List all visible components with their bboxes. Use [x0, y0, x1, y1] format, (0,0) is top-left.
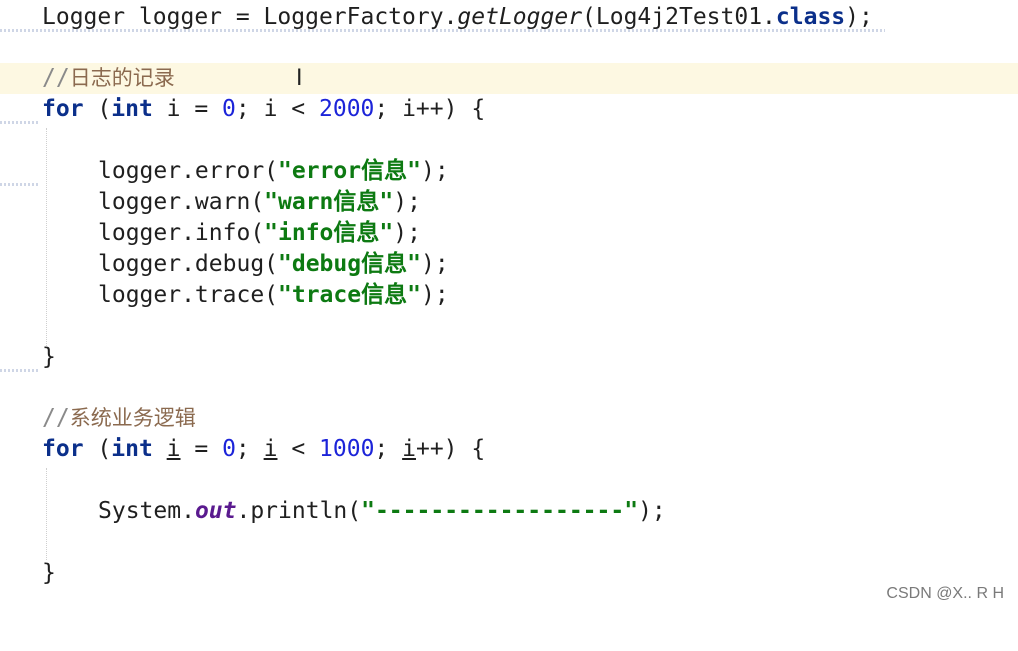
variable-token: i — [166, 436, 181, 462]
code-line[interactable]: for (int i = 0; i < 2000; i++) { — [0, 94, 1018, 125]
code-token: .println( — [236, 498, 362, 524]
number-token: 0 — [222, 96, 236, 122]
string-token: " — [407, 158, 421, 184]
code-line[interactable]: //系统业务逻辑 — [0, 403, 1018, 434]
code-token: i = — [152, 96, 223, 122]
code-line[interactable]: logger.info("info信息"); — [0, 218, 1018, 249]
warning-underline — [0, 369, 40, 372]
warning-underline — [0, 183, 40, 186]
keyword-token: int — [111, 436, 153, 462]
comment-token: 系统业务逻辑 — [69, 406, 196, 430]
keyword-token: for — [42, 436, 84, 462]
string-token: 信息 — [333, 220, 380, 246]
code-token: ; — [235, 436, 264, 462]
string-token: "error — [278, 158, 362, 184]
string-token: "------------------" — [361, 498, 639, 524]
string-token: "warn — [264, 189, 334, 215]
method-token: getLogger — [457, 4, 583, 30]
code-token: ); — [420, 251, 449, 277]
code-text: logger.warn("warn信息"); — [98, 187, 421, 218]
code-token: ++) { — [415, 436, 486, 462]
code-token: < — [277, 436, 320, 462]
code-token: ); — [845, 4, 873, 30]
code-token: ); — [393, 220, 421, 246]
code-token: ( — [83, 96, 112, 122]
number-token: 2000 — [319, 96, 375, 122]
code-line-current[interactable]: //日志的记录 — [0, 63, 1018, 94]
code-token: = — [180, 436, 223, 462]
code-token: logger.warn( — [98, 189, 265, 215]
comment-slashes: // — [42, 65, 70, 91]
keyword-token: class — [775, 4, 846, 30]
string-token: 信息 — [361, 251, 408, 277]
string-token: "debug — [278, 251, 362, 277]
code-text: System.out.println("------------------")… — [98, 496, 666, 527]
watermark-text: CSDN @X.. R H — [886, 585, 1004, 602]
string-token: 信息 — [361, 158, 408, 184]
code-line[interactable]: } — [0, 342, 1018, 373]
code-token: Logger logger = LoggerFactory. — [42, 4, 458, 30]
code-text: logger.info("info信息"); — [98, 218, 421, 249]
code-token: System. — [98, 498, 195, 524]
code-token: logger.info( — [98, 220, 265, 246]
code-token: ); — [638, 498, 666, 524]
field-token: out — [194, 498, 237, 524]
code-text: for (int i = 0; i < 1000; i++) { — [42, 434, 485, 465]
string-token: "trace — [278, 282, 362, 308]
code-line[interactable]: System.out.println("------------------")… — [0, 496, 1018, 527]
string-token: 信息 — [361, 282, 408, 308]
code-token: logger.debug( — [98, 251, 279, 277]
code-token: logger.error( — [98, 158, 279, 184]
code-line[interactable]: } — [0, 558, 1018, 589]
code-token: ; i < — [235, 96, 319, 122]
number-token: 1000 — [319, 436, 375, 462]
code-line[interactable]: logger.trace("trace信息"); — [0, 280, 1018, 311]
string-token: " — [379, 189, 394, 215]
code-line[interactable]: logger.error("error信息"); — [0, 156, 1018, 187]
code-token: ; i++) { — [374, 96, 486, 122]
closing-brace: } — [42, 344, 56, 370]
closing-brace: } — [42, 560, 56, 586]
code-token: ); — [393, 189, 421, 215]
variable-token: i — [263, 436, 278, 462]
keyword-token: for — [42, 96, 84, 122]
code-line[interactable]: Logger logger = LoggerFactory.getLogger(… — [0, 2, 1018, 33]
string-token: " — [407, 251, 421, 277]
code-text: for (int i = 0; i < 2000; i++) { — [42, 94, 485, 125]
code-text: logger.error("error信息"); — [98, 156, 449, 187]
code-token: ); — [420, 282, 449, 308]
code-text: logger.trace("trace信息"); — [98, 280, 449, 311]
code-token: logger.trace( — [98, 282, 279, 308]
warning-underline — [0, 121, 40, 124]
code-token: ); — [420, 158, 449, 184]
number-token: 0 — [222, 436, 236, 462]
variable-token: i — [402, 436, 416, 462]
string-token: 信息 — [333, 189, 380, 215]
keyword-token: int — [111, 96, 153, 122]
code-line[interactable]: logger.debug("debug信息"); — [0, 249, 1018, 280]
warning-underline — [0, 29, 885, 32]
code-line[interactable]: for (int i = 0; i < 1000; i++) { — [0, 434, 1018, 465]
code-line[interactable]: logger.warn("warn信息"); — [0, 187, 1018, 218]
code-editor[interactable]: Logger logger = LoggerFactory.getLogger(… — [0, 0, 1018, 611]
string-token: "info — [264, 220, 334, 246]
comment-slashes: // — [42, 405, 70, 431]
code-token: ( — [83, 436, 112, 462]
comment-text: //日志的记录 — [42, 63, 175, 94]
code-token: ; — [374, 436, 403, 462]
string-token: " — [407, 282, 421, 308]
comment-token: 日志的记录 — [69, 66, 175, 90]
text-cursor-icon: I — [296, 66, 303, 91]
code-text: logger.debug("debug信息"); — [98, 249, 449, 280]
code-token: (Log4j2Test01. — [582, 4, 776, 30]
comment-text: //系统业务逻辑 — [42, 403, 196, 434]
string-token: " — [379, 220, 394, 246]
